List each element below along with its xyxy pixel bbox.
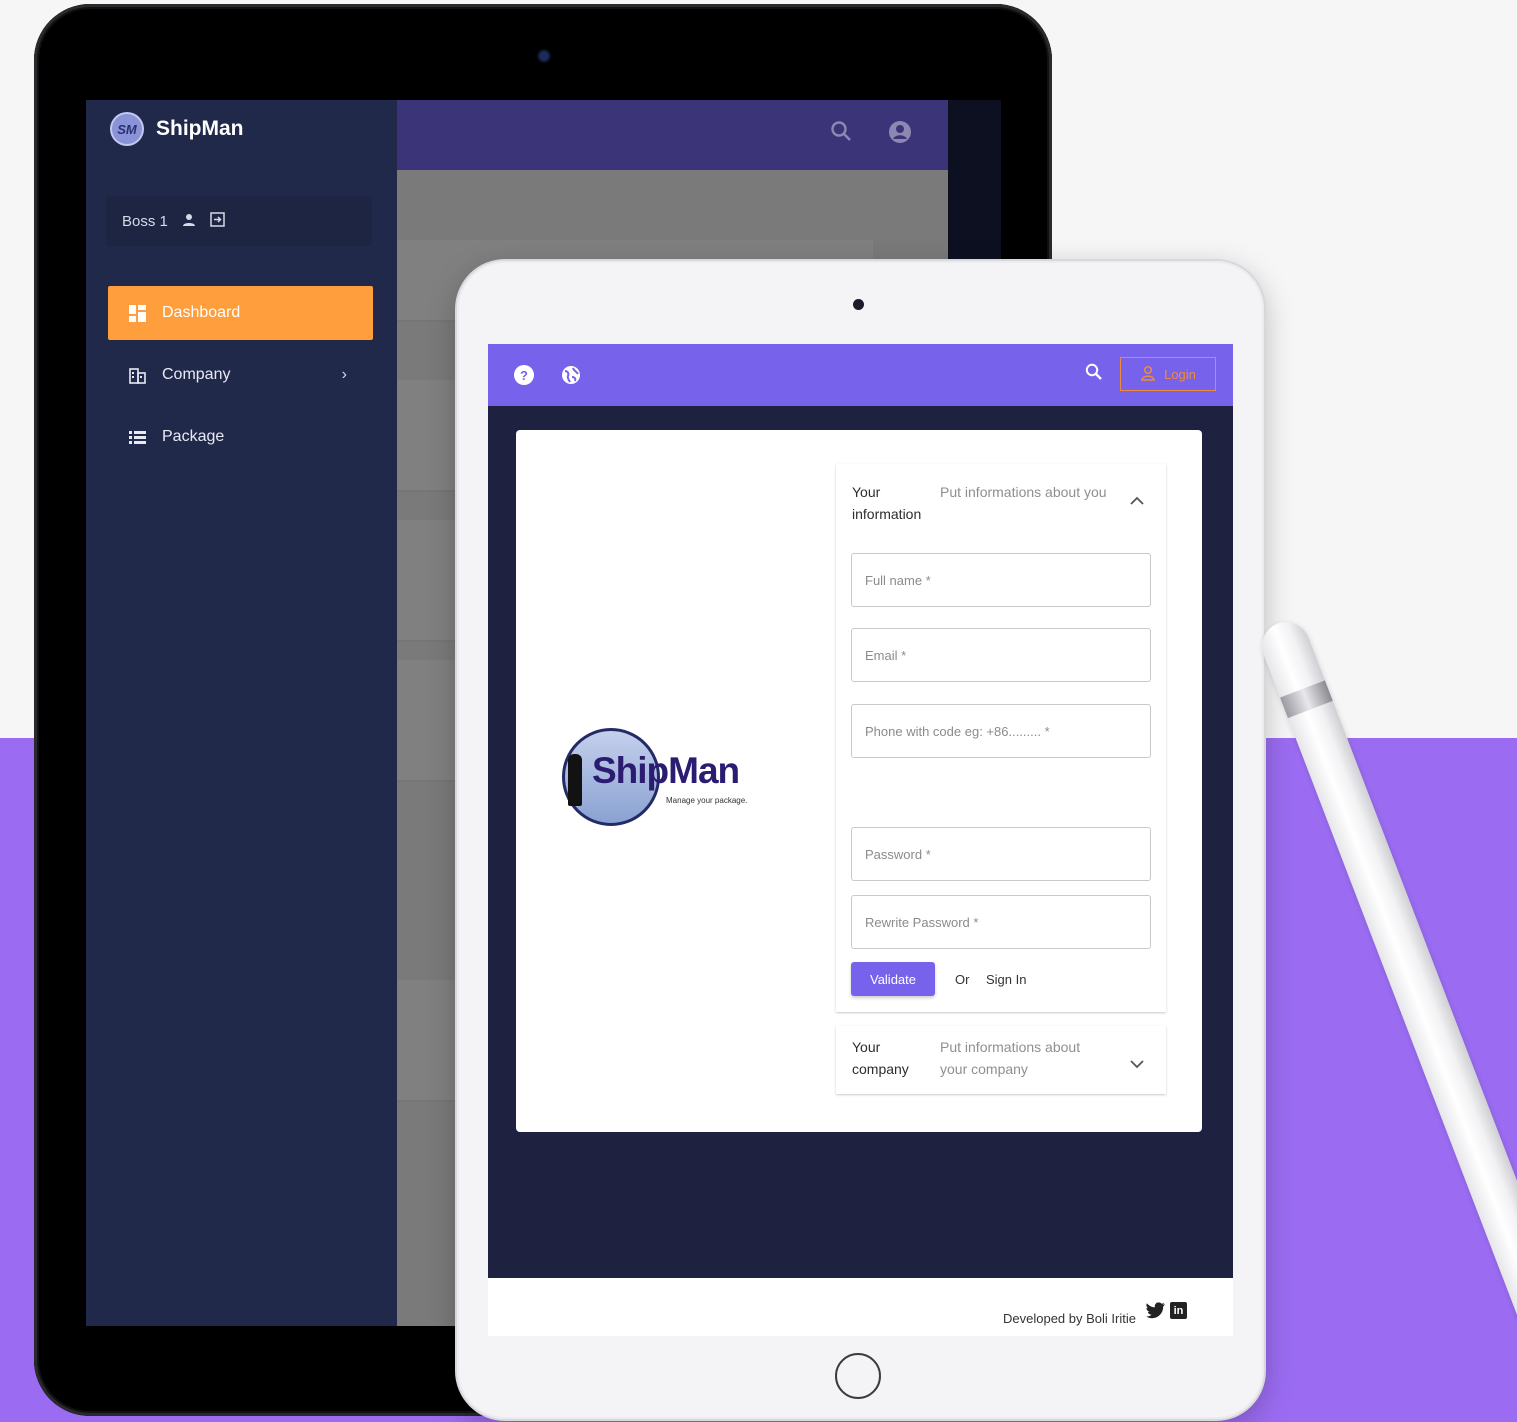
user-box: Boss 1 bbox=[106, 196, 372, 246]
account-icon[interactable] bbox=[888, 120, 912, 151]
logo-name: ShipMan bbox=[592, 750, 740, 791]
sign-in-link[interactable]: Sign In bbox=[986, 972, 1026, 987]
linkedin-icon[interactable]: in bbox=[1170, 1302, 1187, 1319]
panel-title[interactable]: Your company bbox=[852, 1036, 932, 1080]
front-tablet-device: ? Login ShipMan Manage your package. You… bbox=[457, 261, 1264, 1419]
email-input[interactable] bbox=[852, 629, 1150, 681]
validate-button[interactable]: Validate bbox=[851, 962, 935, 996]
twitter-icon[interactable] bbox=[1146, 1302, 1166, 1324]
full-name-input[interactable] bbox=[852, 554, 1150, 606]
sidebar-item-label: Company bbox=[162, 366, 231, 383]
rewrite-password-input[interactable] bbox=[852, 896, 1150, 948]
exit-icon[interactable] bbox=[210, 212, 225, 230]
sidebar-item-company[interactable]: Company › bbox=[108, 348, 373, 402]
shipman-logo: ShipMan Manage your package. bbox=[562, 728, 772, 832]
front-topbar: ? Login bbox=[488, 344, 1233, 406]
back-topbar bbox=[397, 100, 948, 170]
panel-description: Put informations about you bbox=[940, 484, 1107, 500]
sidebar: SM ShipMan Boss 1 Dashboard Company › Pa… bbox=[86, 100, 397, 1326]
sidebar-item-label: Dashboard bbox=[162, 304, 241, 321]
dashboard-icon bbox=[128, 304, 146, 322]
rewrite-password-field[interactable] bbox=[851, 895, 1151, 949]
panel-description: Put informations about your company bbox=[940, 1039, 1081, 1077]
phone-field[interactable] bbox=[851, 704, 1151, 758]
search-icon[interactable] bbox=[830, 120, 852, 149]
panel-title[interactable]: Your information bbox=[852, 481, 932, 525]
globe-icon[interactable] bbox=[561, 365, 581, 385]
front-tablet-camera bbox=[853, 299, 864, 310]
sidebar-item-dashboard[interactable]: Dashboard bbox=[108, 286, 373, 340]
search-icon[interactable] bbox=[1085, 363, 1103, 381]
brand-logo: SM bbox=[112, 114, 142, 144]
logo-figure bbox=[568, 754, 582, 806]
list-icon bbox=[128, 428, 146, 446]
chevron-right-icon: › bbox=[341, 366, 347, 383]
developer-credit: Developed by Boli Iritie bbox=[1003, 1311, 1136, 1326]
back-tablet-camera bbox=[539, 51, 549, 61]
home-button bbox=[835, 1353, 881, 1399]
logo-tagline: Manage your package. bbox=[666, 796, 748, 805]
brand-name: ShipMan bbox=[156, 117, 244, 140]
login-label: Login bbox=[1164, 366, 1196, 382]
panel-your-information: Your information Put informations about … bbox=[836, 464, 1166, 1012]
sidebar-item-package[interactable]: Package bbox=[108, 410, 373, 464]
full-name-field[interactable] bbox=[851, 553, 1151, 607]
person-icon[interactable] bbox=[182, 213, 196, 230]
password-input[interactable] bbox=[852, 828, 1150, 880]
chevron-down-icon[interactable] bbox=[1130, 1056, 1144, 1072]
sidebar-brand[interactable]: SM ShipMan bbox=[112, 114, 244, 144]
panel-your-company[interactable]: Your company Put informations about your… bbox=[836, 1026, 1166, 1094]
signup-card: ShipMan Manage your package. Your inform… bbox=[516, 430, 1202, 1132]
help-icon[interactable]: ? bbox=[514, 365, 534, 385]
login-button[interactable]: Login bbox=[1120, 357, 1216, 391]
user-name: Boss 1 bbox=[122, 212, 168, 230]
user-icon bbox=[1140, 365, 1156, 384]
sidebar-item-label: Package bbox=[162, 428, 225, 445]
footer: Developed by Boli Iritie in bbox=[488, 1278, 1233, 1336]
chevron-up-icon[interactable] bbox=[1130, 492, 1144, 508]
email-field[interactable] bbox=[851, 628, 1151, 682]
or-label: Or bbox=[955, 972, 970, 987]
phone-input[interactable] bbox=[852, 705, 1150, 757]
company-icon bbox=[128, 366, 146, 384]
password-field[interactable] bbox=[851, 827, 1151, 881]
front-tablet-screen: ? Login ShipMan Manage your package. You… bbox=[488, 344, 1233, 1336]
